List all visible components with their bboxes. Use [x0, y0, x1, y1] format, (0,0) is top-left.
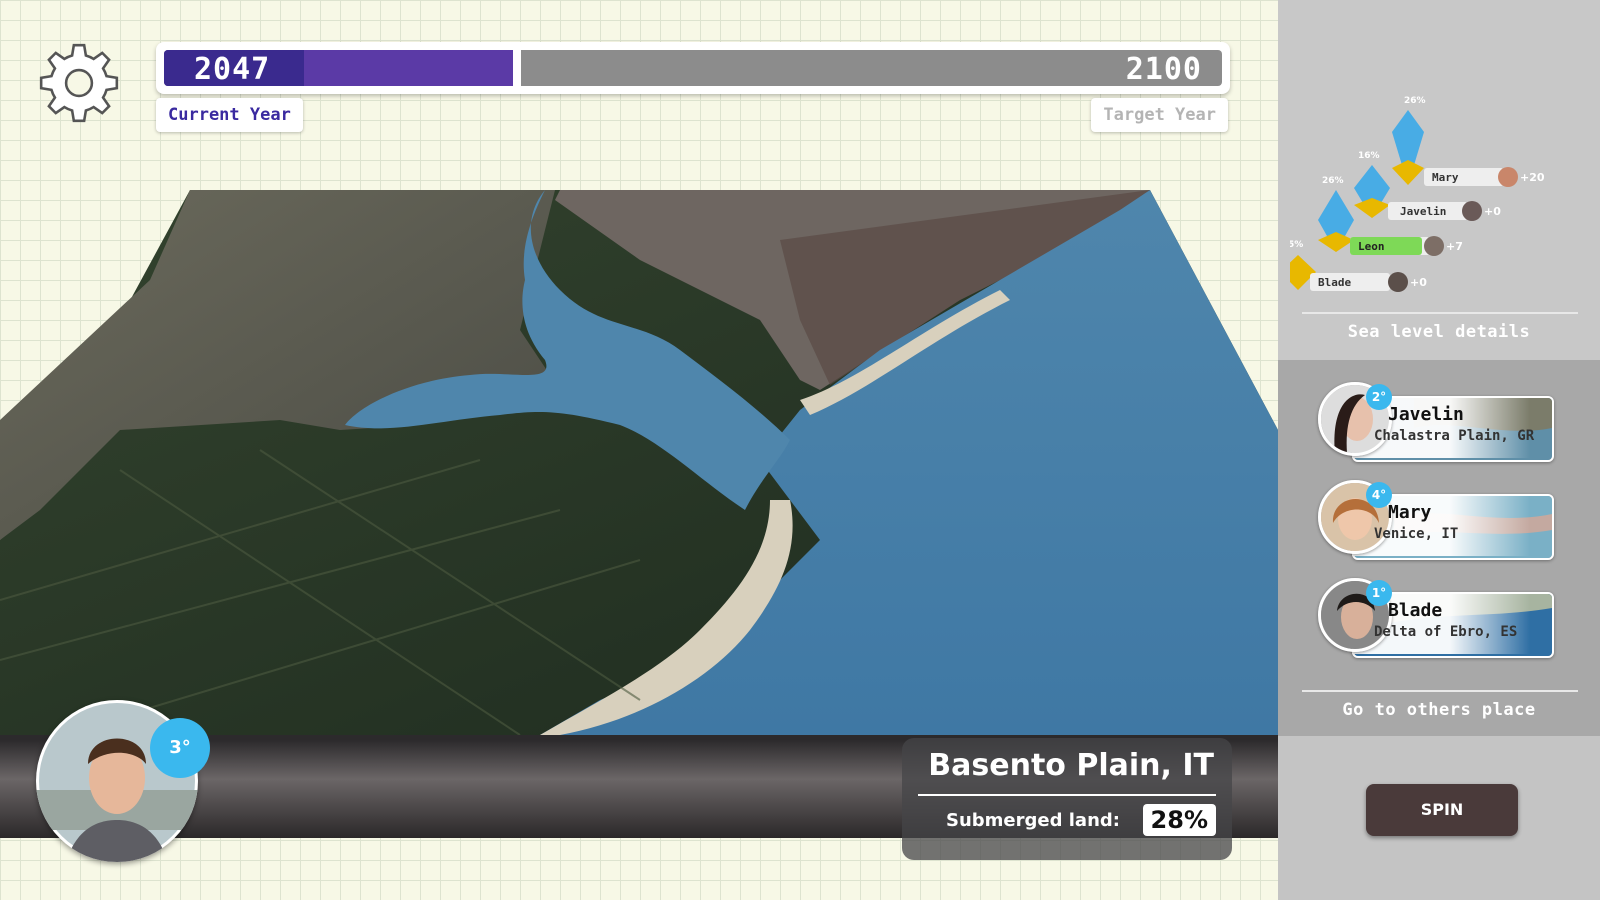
- gear-icon[interactable]: [36, 40, 122, 126]
- sea-level-pct: 5%: [1290, 240, 1303, 250]
- place-card-blade[interactable]: 1° Blade Delta of Ebro, ES: [1318, 578, 1558, 658]
- sea-level-name: Blade: [1318, 276, 1351, 289]
- current-year-value: 2047: [194, 52, 271, 86]
- sea-level-delta: +0: [1410, 276, 1427, 289]
- location-divider: [918, 794, 1216, 796]
- place-location: Delta of Ebro, ES: [1374, 624, 1518, 640]
- sea-level-avatar: [1462, 201, 1482, 221]
- place-player-name: Blade: [1388, 600, 1443, 621]
- location-name: Basento Plain, IT: [928, 748, 1214, 783]
- target-year-value: 2100: [1125, 52, 1202, 86]
- sea-level-entry-mary: 26% Mary +20: [1392, 96, 1545, 187]
- satellite-map[interactable]: [0, 180, 1278, 760]
- others-divider: [1302, 690, 1578, 692]
- sea-level-name: Mary: [1432, 171, 1459, 184]
- player-rank-badge: 3°: [150, 718, 210, 778]
- sea-level-avatar: [1498, 167, 1518, 187]
- sea-level-delta: +20: [1520, 171, 1545, 184]
- place-card-mary[interactable]: 4° Mary Venice, IT: [1318, 480, 1558, 560]
- spin-button[interactable]: SPIN: [1366, 784, 1518, 836]
- place-location: Chalastra Plain, GR: [1374, 428, 1535, 444]
- place-player-name: Mary: [1388, 502, 1432, 523]
- go-to-others-caption[interactable]: Go to others place: [1278, 700, 1600, 720]
- submerged-label: Submerged land:: [946, 810, 1120, 831]
- location-panel: Basento Plain, IT Submerged land: 28%: [902, 738, 1232, 860]
- sea-level-details-caption[interactable]: Sea level details: [1278, 322, 1600, 342]
- sea-level-pct: 16%: [1358, 151, 1380, 161]
- year-progress-bar: 2047 2100: [156, 42, 1230, 94]
- submerged-value: 28%: [1142, 804, 1216, 836]
- place-card-javelin[interactable]: 2° Javelin Chalastra Plain, GR: [1318, 382, 1558, 462]
- sea-level-pct: 26%: [1322, 176, 1344, 186]
- sea-level-avatar: [1424, 236, 1444, 256]
- year-progress-track: 2047 2100: [164, 50, 1222, 86]
- sea-level-delta: +0: [1484, 205, 1501, 218]
- sea-level-divider: [1302, 312, 1578, 314]
- place-location: Venice, IT: [1374, 526, 1459, 542]
- current-year-label: Current Year: [156, 98, 303, 132]
- place-player-name: Javelin: [1388, 404, 1464, 425]
- sea-level-avatar: [1388, 272, 1408, 292]
- year-progress-divider: [513, 50, 522, 86]
- sea-level-chart: 26% Mary +20 16% Javelin +0 26% Leon +7 …: [1290, 96, 1545, 292]
- sea-level-name: Leon: [1358, 240, 1385, 253]
- sea-level-delta: +7: [1446, 240, 1463, 253]
- sea-level-pct: 26%: [1404, 96, 1426, 106]
- target-year-label: Target Year: [1091, 98, 1228, 132]
- sea-level-name: Javelin: [1400, 205, 1446, 218]
